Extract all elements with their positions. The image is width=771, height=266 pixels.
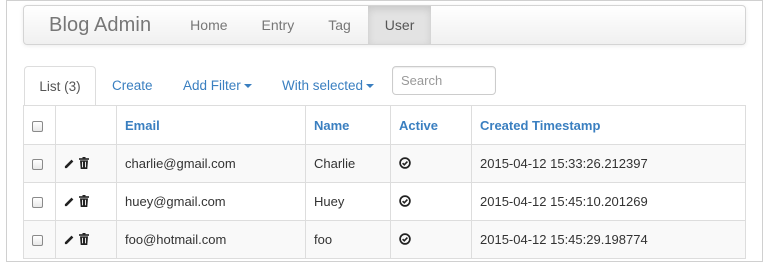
header-select-cell bbox=[23, 105, 56, 145]
row-actions-cell bbox=[55, 144, 117, 183]
search-input[interactable] bbox=[392, 66, 496, 95]
row-actions-cell bbox=[55, 220, 117, 259]
email-cell: huey@gmail.com bbox=[116, 182, 306, 221]
table-header-row: Email Name Active Created Timestamp bbox=[23, 105, 746, 145]
with-selected-label: With selected bbox=[282, 78, 364, 93]
table-row: huey@gmail.com Huey 2015-04-12 15:45:10.… bbox=[23, 182, 746, 221]
nav-item-tag[interactable]: Tag bbox=[311, 6, 368, 44]
view-tabs: List (3) Create Add Filter With selected bbox=[23, 66, 746, 106]
row-checkbox[interactable] bbox=[32, 197, 43, 209]
check-circle-icon bbox=[399, 156, 411, 172]
table-row: charlie@gmail.com Charlie 2015-04-12 15:… bbox=[23, 144, 746, 183]
caret-down-icon bbox=[243, 83, 252, 88]
trash-icon[interactable] bbox=[79, 194, 89, 210]
created-cell: 2015-04-12 15:45:10.201269 bbox=[471, 182, 746, 221]
row-select-cell bbox=[23, 220, 56, 259]
row-select-cell bbox=[23, 144, 56, 183]
top-navbar: Blog Admin Home Entry Tag User bbox=[23, 5, 746, 45]
column-header-created[interactable]: Created Timestamp bbox=[471, 105, 746, 145]
name-cell: foo bbox=[305, 220, 391, 259]
add-filter-dropdown[interactable]: Add Filter bbox=[183, 66, 252, 105]
created-cell: 2015-04-12 15:45:29.198774 bbox=[471, 220, 746, 259]
pencil-icon[interactable] bbox=[64, 233, 75, 248]
nav-item-user[interactable]: User bbox=[367, 6, 432, 44]
nav-item-entry[interactable]: Entry bbox=[245, 6, 312, 44]
email-cell: charlie@gmail.com bbox=[116, 144, 306, 183]
user-table: Email Name Active Created Timestamp char… bbox=[23, 105, 746, 259]
check-circle-icon bbox=[399, 194, 411, 210]
caret-down-icon bbox=[366, 83, 375, 88]
brand-logo[interactable]: Blog Admin bbox=[24, 6, 173, 44]
active-cell bbox=[390, 144, 472, 183]
active-cell bbox=[390, 220, 472, 259]
table-row: foo@hotmail.com foo 2015-04-12 15:45:29.… bbox=[23, 220, 746, 259]
name-cell: Charlie bbox=[305, 144, 391, 183]
header-actions-cell bbox=[55, 105, 117, 145]
row-checkbox[interactable] bbox=[32, 159, 43, 171]
with-selected-dropdown[interactable]: With selected bbox=[282, 66, 375, 105]
name-cell: Huey bbox=[305, 182, 391, 221]
row-actions-cell bbox=[55, 182, 117, 221]
trash-icon[interactable] bbox=[79, 232, 89, 248]
tab-create[interactable]: Create bbox=[112, 66, 153, 105]
pencil-icon[interactable] bbox=[64, 195, 75, 210]
trash-icon[interactable] bbox=[79, 156, 89, 172]
nav-item-home[interactable]: Home bbox=[173, 6, 244, 44]
check-circle-icon bbox=[399, 232, 411, 248]
column-header-active[interactable]: Active bbox=[390, 105, 472, 145]
row-checkbox[interactable] bbox=[32, 235, 43, 247]
tab-list[interactable]: List (3) bbox=[24, 66, 96, 106]
active-cell bbox=[390, 182, 472, 221]
pencil-icon[interactable] bbox=[64, 157, 75, 172]
email-cell: foo@hotmail.com bbox=[116, 220, 306, 259]
row-select-cell bbox=[23, 182, 56, 221]
column-header-name[interactable]: Name bbox=[305, 105, 391, 145]
select-all-checkbox[interactable] bbox=[32, 120, 43, 132]
created-cell: 2015-04-12 15:33:26.212397 bbox=[471, 144, 746, 183]
column-header-email[interactable]: Email bbox=[116, 105, 306, 145]
add-filter-label: Add Filter bbox=[183, 78, 241, 93]
